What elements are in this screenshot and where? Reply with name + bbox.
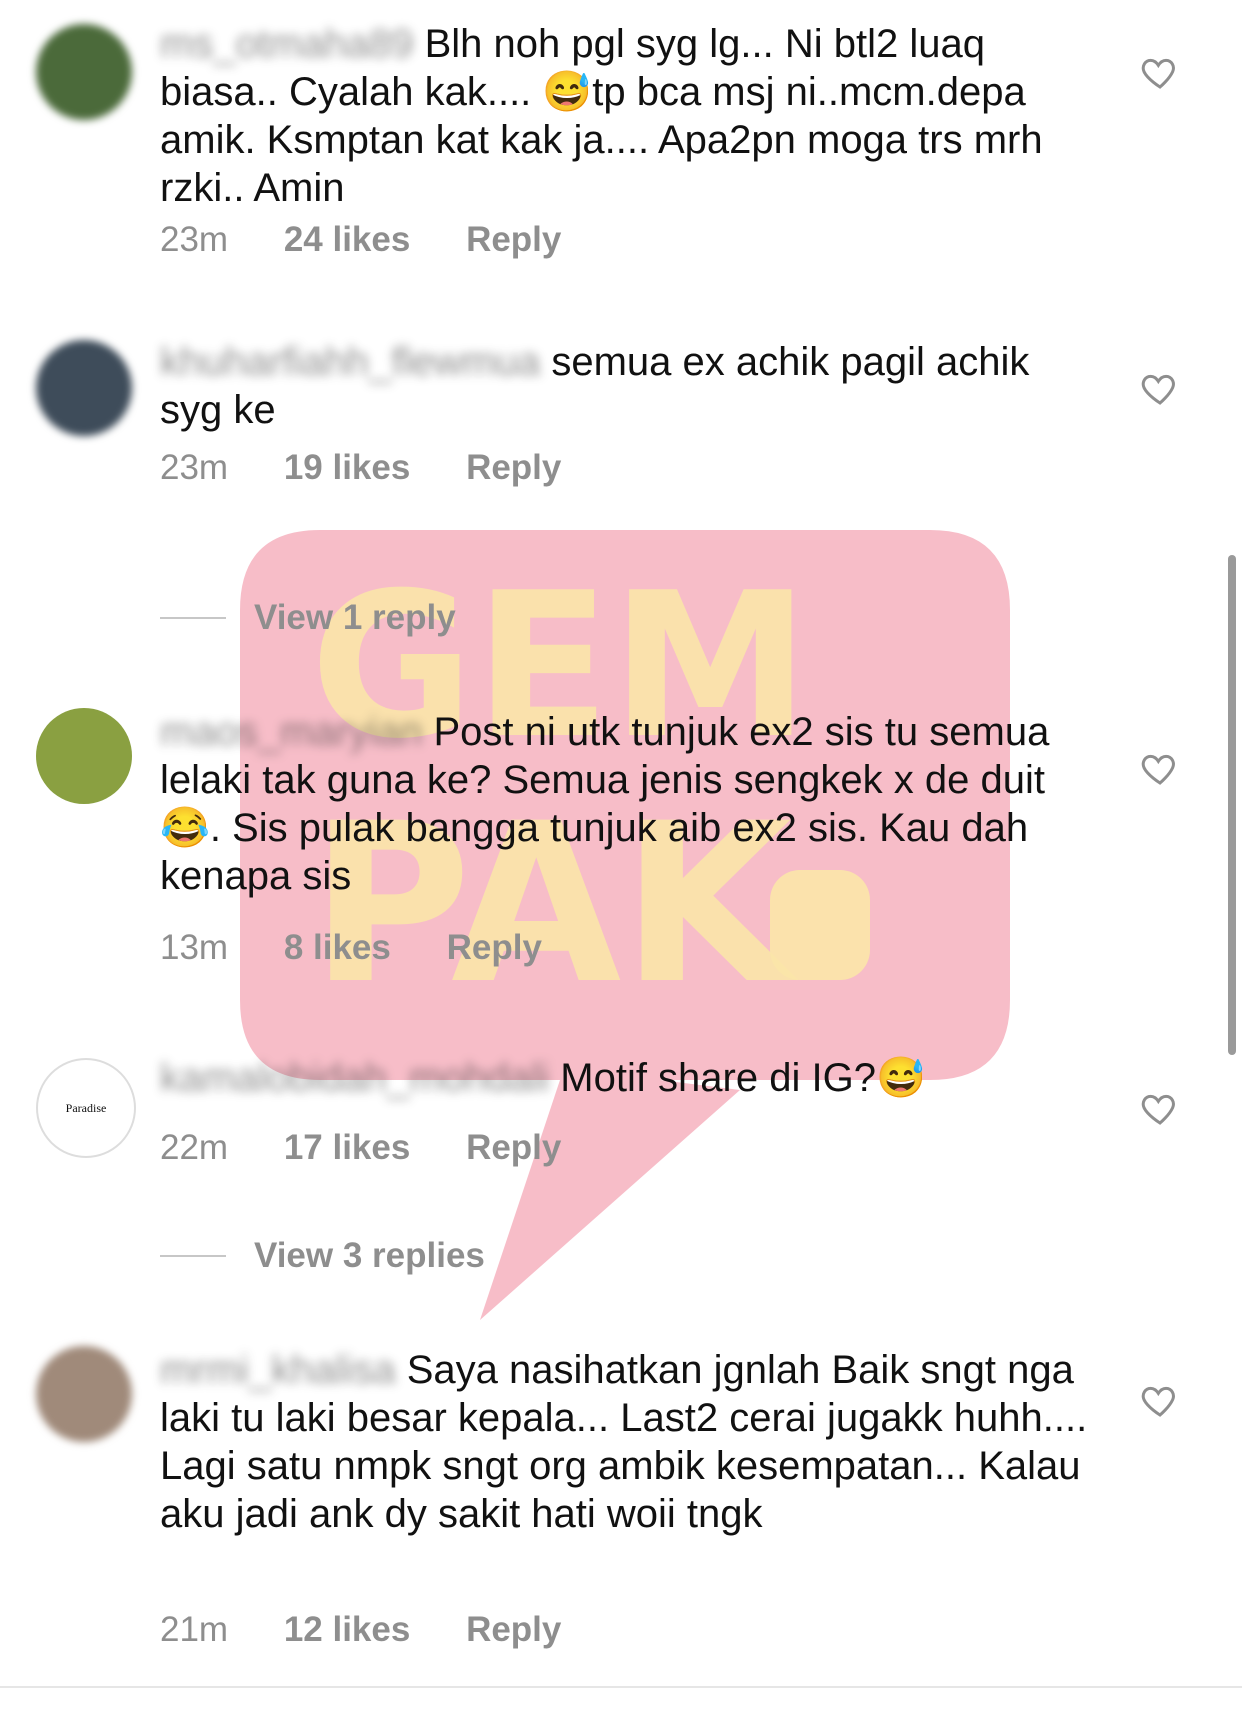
username[interactable]: maos_maryian xyxy=(160,708,422,756)
username[interactable]: ms_otmaha89 xyxy=(160,20,413,68)
comment-meta: 23m 19 likes Reply xyxy=(160,448,607,488)
sweat-smile-emoji-icon: 😅 xyxy=(875,1056,926,1100)
divider-line xyxy=(160,617,226,619)
reply-button[interactable]: Reply xyxy=(447,928,542,968)
sweat-smile-emoji-icon: 😅 xyxy=(542,70,593,114)
avatar[interactable]: Paradise xyxy=(36,1058,136,1158)
timestamp: 23m xyxy=(160,220,229,259)
scrollbar[interactable] xyxy=(1228,555,1236,1055)
avatar[interactable] xyxy=(36,708,132,804)
heart-icon[interactable] xyxy=(1140,52,1180,92)
timestamp: 22m xyxy=(160,1128,229,1167)
username[interactable]: kamalobidah_mohdali xyxy=(160,1054,549,1102)
heart-icon[interactable] xyxy=(1140,1088,1180,1128)
comment-body-continued: . Sis pulak bangga tunjuk aib ex2 sis. K… xyxy=(160,806,1040,898)
view-replies-label: View 1 reply xyxy=(254,598,456,637)
comment-text: mrmi_khalisa Saya nasihatkan jgnlah Baik… xyxy=(160,1346,1100,1538)
bottom-divider xyxy=(0,1686,1242,1688)
heart-icon[interactable] xyxy=(1140,1380,1180,1420)
likes-count[interactable]: 12 likes xyxy=(284,1610,411,1650)
laughing-emoji-icon: 😂 xyxy=(160,806,210,850)
comment-meta: 21m 12 likes Reply xyxy=(160,1610,607,1650)
avatar[interactable] xyxy=(36,1346,132,1442)
avatar[interactable] xyxy=(36,24,132,120)
comment-body: Motif share di IG? xyxy=(560,1056,876,1100)
likes-count[interactable]: 8 likes xyxy=(284,928,391,968)
likes-count[interactable]: 24 likes xyxy=(284,220,411,260)
watermark-bubble xyxy=(240,530,1010,1320)
timestamp: 21m xyxy=(160,1610,229,1649)
heart-icon[interactable] xyxy=(1140,368,1180,408)
comment-text: khuharfiahh_flewmua semua ex achik pagil… xyxy=(160,338,1100,434)
timestamp: 23m xyxy=(160,448,229,487)
likes-count[interactable]: 17 likes xyxy=(284,1128,411,1168)
heart-icon[interactable] xyxy=(1140,748,1180,788)
view-replies-button[interactable]: View 3 replies xyxy=(160,1236,485,1276)
comment-meta: 13m 8 likes Reply xyxy=(160,928,588,968)
comment-text: ms_otmaha89 Blh noh pgl syg lg... Ni btl… xyxy=(160,20,1100,212)
comment-meta: 23m 24 likes Reply xyxy=(160,220,607,260)
timestamp: 13m xyxy=(160,928,229,967)
reply-button[interactable]: Reply xyxy=(466,448,561,488)
reply-button[interactable]: Reply xyxy=(466,1128,561,1168)
username[interactable]: khuharfiahh_flewmua xyxy=(160,338,540,386)
avatar-label: Paradise xyxy=(65,1100,107,1115)
likes-count[interactable]: 19 likes xyxy=(284,448,411,488)
username[interactable]: mrmi_khalisa xyxy=(160,1346,396,1394)
reply-button[interactable]: Reply xyxy=(466,1610,561,1650)
reply-button[interactable]: Reply xyxy=(466,220,561,260)
divider-line xyxy=(160,1255,226,1257)
comment-meta: 22m 17 likes Reply xyxy=(160,1128,607,1168)
view-replies-label: View 3 replies xyxy=(254,1236,485,1275)
view-replies-button[interactable]: View 1 reply xyxy=(160,598,456,638)
comment-text: maos_maryian Post ni utk tunjuk ex2 sis … xyxy=(160,708,1100,900)
comment-text: kamalobidah_mohdali Motif share di IG?😅 xyxy=(160,1054,1100,1102)
avatar[interactable] xyxy=(36,340,132,436)
